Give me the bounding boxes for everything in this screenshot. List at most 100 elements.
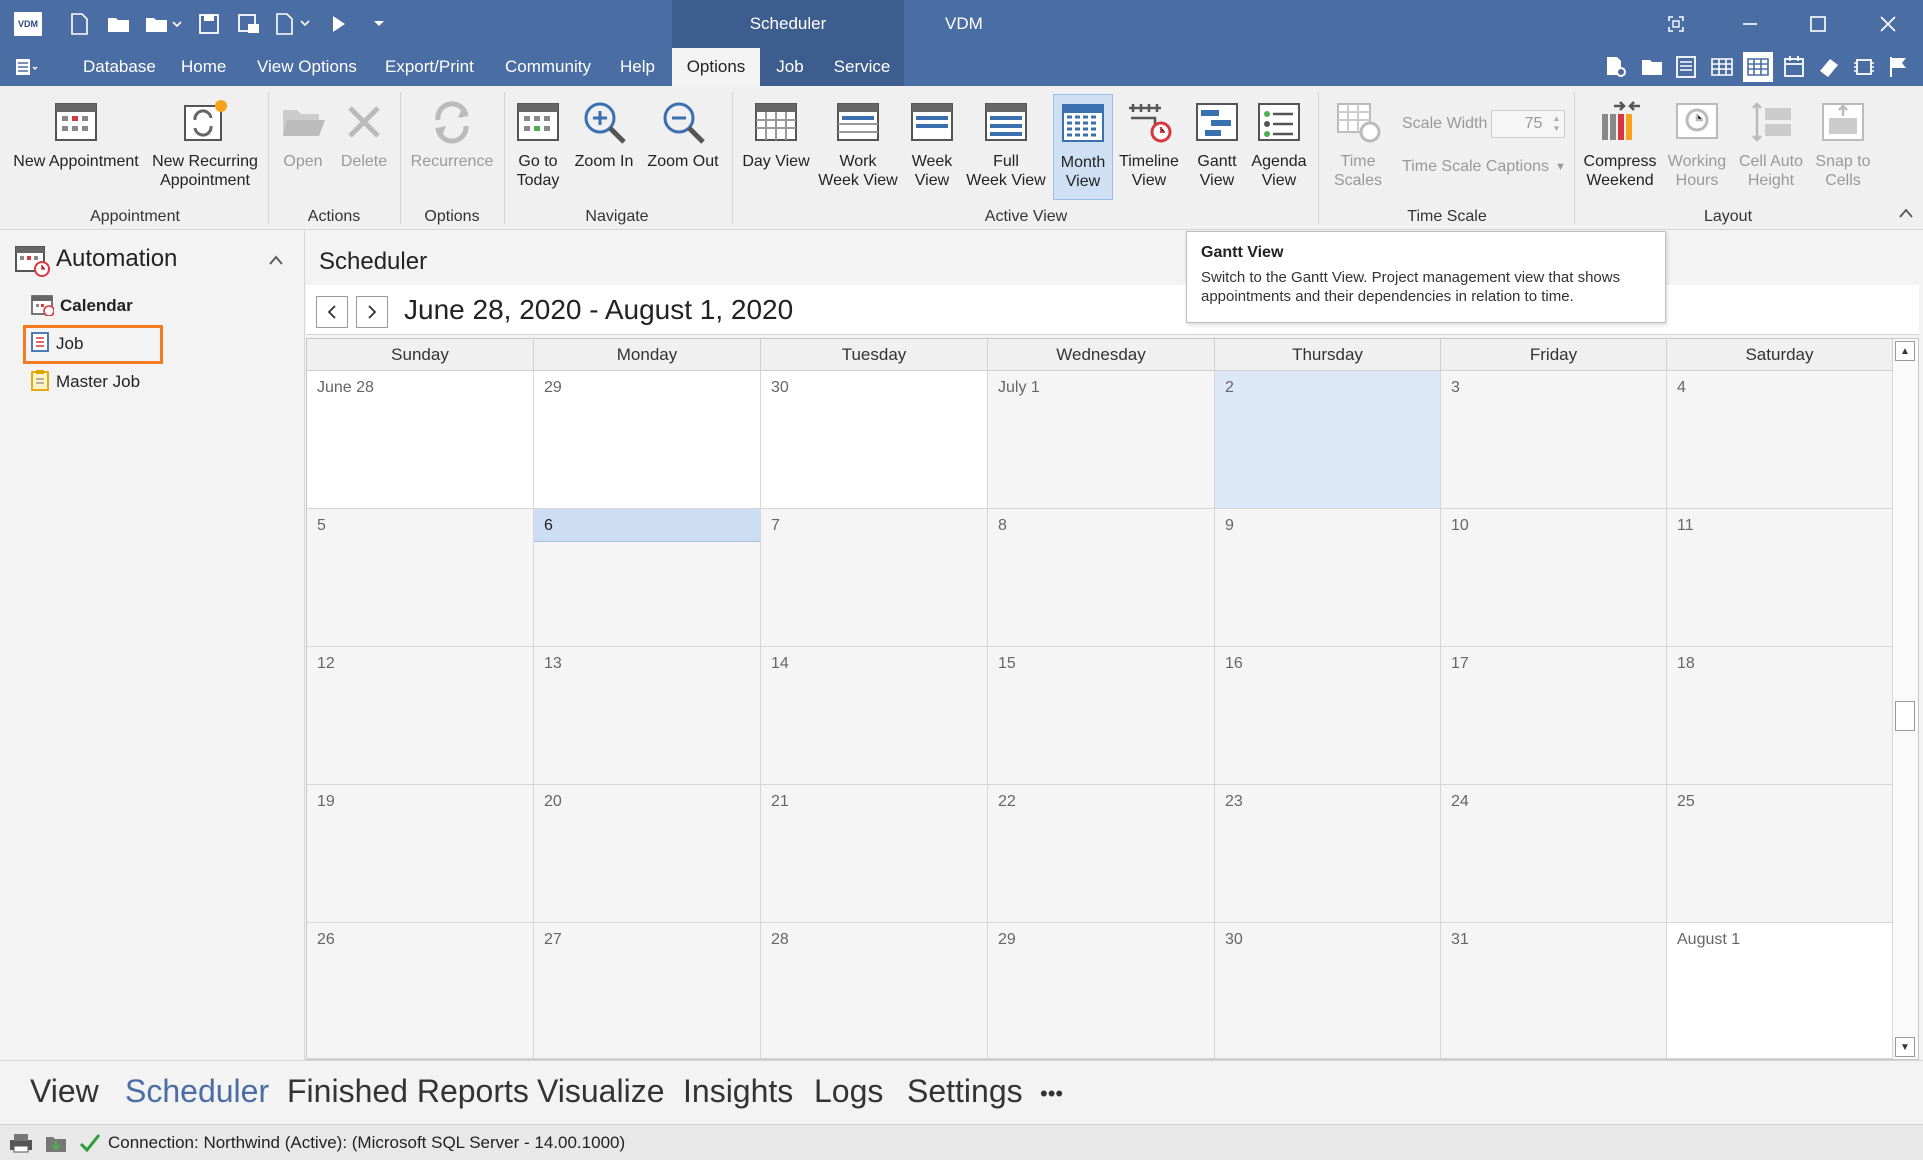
- prev-period-button[interactable]: [316, 296, 348, 328]
- day-cell[interactable]: 24: [1441, 785, 1667, 923]
- day-cell-selected[interactable]: 6: [534, 509, 761, 647]
- eraser-icon[interactable]: [1816, 55, 1842, 79]
- cell-auto-height-button[interactable]: Cell Auto Height: [1736, 98, 1806, 190]
- scale-width-input[interactable]: 75 ▲ ▼: [1491, 110, 1566, 138]
- day-cell[interactable]: 10: [1441, 509, 1667, 647]
- collapse-ribbon-icon[interactable]: [1898, 204, 1914, 224]
- tab-service[interactable]: Service: [820, 48, 904, 86]
- fullscreen-icon[interactable]: [1648, 0, 1704, 48]
- agenda-view-button[interactable]: Agenda View: [1250, 98, 1308, 190]
- day-cell[interactable]: 5: [307, 509, 534, 647]
- settings-doc-icon[interactable]: [1603, 55, 1629, 79]
- nav-insights[interactable]: Insights: [683, 1073, 793, 1110]
- day-cell[interactable]: 3: [1441, 371, 1667, 509]
- vertical-scrollbar[interactable]: ▲ ▼: [1893, 338, 1919, 1060]
- day-cell[interactable]: 11: [1667, 509, 1893, 647]
- scroll-down-icon[interactable]: ▼: [1895, 1037, 1915, 1057]
- tab-database[interactable]: Database: [83, 48, 156, 86]
- day-cell[interactable]: 14: [761, 647, 988, 785]
- scroll-up-icon[interactable]: ▲: [1895, 341, 1915, 361]
- run-icon[interactable]: [324, 10, 354, 38]
- zoom-in-button[interactable]: Zoom In: [572, 98, 636, 171]
- scroll-thumb[interactable]: [1895, 701, 1915, 731]
- grid-view-icon[interactable]: [1710, 55, 1736, 79]
- nav-finished-reports[interactable]: Finished Reports: [287, 1073, 529, 1110]
- full-week-view-button[interactable]: Full Week View: [966, 98, 1046, 190]
- nav-visualize[interactable]: Visualize: [537, 1073, 664, 1110]
- tab-export-print[interactable]: Export/Print: [385, 48, 474, 86]
- day-cell[interactable]: 27: [534, 923, 761, 1059]
- day-cell[interactable]: 25: [1667, 785, 1893, 923]
- day-cell[interactable]: 8: [988, 509, 1215, 647]
- flag-icon[interactable]: [1886, 55, 1912, 79]
- day-cell[interactable]: 7: [761, 509, 988, 647]
- spin-arrows-icon[interactable]: ▲ ▼: [1552, 114, 1560, 134]
- day-view-button[interactable]: Day View: [740, 98, 812, 171]
- day-cell[interactable]: 15: [988, 647, 1215, 785]
- tab-options[interactable]: Options: [672, 48, 760, 86]
- nav-view[interactable]: View: [30, 1073, 99, 1110]
- tab-help[interactable]: Help: [620, 48, 655, 86]
- day-cell[interactable]: 17: [1441, 647, 1667, 785]
- day-cell[interactable]: 28: [761, 923, 988, 1059]
- day-cell[interactable]: 9: [1215, 509, 1441, 647]
- day-cell[interactable]: 29: [988, 923, 1215, 1059]
- tab-view-options[interactable]: View Options: [257, 48, 357, 86]
- day-cell[interactable]: 4: [1667, 371, 1893, 509]
- day-cell[interactable]: June 28: [307, 371, 534, 509]
- day-cell[interactable]: 18: [1667, 647, 1893, 785]
- tab-home[interactable]: Home: [181, 48, 226, 86]
- next-period-button[interactable]: [356, 296, 388, 328]
- go-to-today-button[interactable]: Go to Today: [512, 98, 564, 190]
- day-cell[interactable]: 16: [1215, 647, 1441, 785]
- day-cell[interactable]: 20: [534, 785, 761, 923]
- day-cell[interactable]: 19: [307, 785, 534, 923]
- nav-settings[interactable]: Settings: [907, 1073, 1023, 1110]
- save-all-icon[interactable]: [234, 10, 264, 38]
- compress-weekend-button[interactable]: Compress Weekend: [1582, 98, 1658, 190]
- gantt-view-button[interactable]: Gantt View: [1190, 98, 1244, 190]
- snap-to-cells-button[interactable]: Snap to Cells: [1810, 98, 1876, 190]
- calendar-icon[interactable]: [1782, 55, 1808, 79]
- delete-button[interactable]: Delete: [338, 98, 390, 171]
- nav-logs[interactable]: Logs: [814, 1073, 883, 1110]
- work-week-view-button[interactable]: Work Week View: [818, 98, 898, 190]
- working-hours-button[interactable]: Working Hours: [1664, 98, 1730, 190]
- day-cell[interactable]: August 1: [1667, 923, 1893, 1059]
- folder-icon[interactable]: [1640, 55, 1666, 79]
- new-recurring-appointment-button[interactable]: New Recurring Appointment: [150, 98, 260, 190]
- day-cell[interactable]: 30: [761, 371, 988, 509]
- close-icon[interactable]: [1860, 0, 1916, 48]
- chip-icon[interactable]: [1851, 55, 1877, 79]
- export-icon[interactable]: [274, 10, 314, 38]
- month-view-button[interactable]: Month View: [1053, 94, 1113, 200]
- maximize-icon[interactable]: [1790, 0, 1846, 48]
- day-cell[interactable]: 26: [307, 923, 534, 1059]
- day-cell[interactable]: 30: [1215, 923, 1441, 1059]
- day-cell[interactable]: 22: [988, 785, 1215, 923]
- day-cell[interactable]: 21: [761, 785, 988, 923]
- zoom-out-button[interactable]: Zoom Out: [644, 98, 722, 171]
- day-cell[interactable]: July 1: [988, 371, 1215, 509]
- tab-job[interactable]: Job: [760, 48, 820, 86]
- sidebar-item-job[interactable]: Job: [30, 329, 83, 359]
- day-cell[interactable]: 13: [534, 647, 761, 785]
- nav-more-icon[interactable]: •••: [1040, 1081, 1063, 1107]
- sidebar-item-calendar[interactable]: Calendar: [30, 291, 133, 321]
- minimize-icon[interactable]: [1722, 0, 1778, 48]
- sidebar-item-master-job[interactable]: Master Job: [30, 367, 140, 397]
- save-icon[interactable]: [194, 10, 224, 38]
- new-appointment-button[interactable]: New Appointment: [10, 98, 142, 171]
- tab-community[interactable]: Community: [505, 48, 591, 86]
- week-view-button[interactable]: Week View: [904, 98, 960, 190]
- month-view-mini-icon[interactable]: [1743, 52, 1773, 82]
- printer-icon[interactable]: [8, 1132, 34, 1159]
- open-folder-icon[interactable]: [104, 10, 134, 38]
- customize-qat-icon[interactable]: [364, 10, 394, 38]
- new-file-icon[interactable]: [64, 10, 94, 38]
- nav-scheduler[interactable]: Scheduler: [125, 1073, 269, 1110]
- download-folder-icon[interactable]: [44, 1132, 68, 1159]
- list-view-icon[interactable]: [1674, 55, 1700, 79]
- collapse-section-icon[interactable]: [268, 251, 284, 271]
- open-recent-icon[interactable]: [144, 10, 184, 38]
